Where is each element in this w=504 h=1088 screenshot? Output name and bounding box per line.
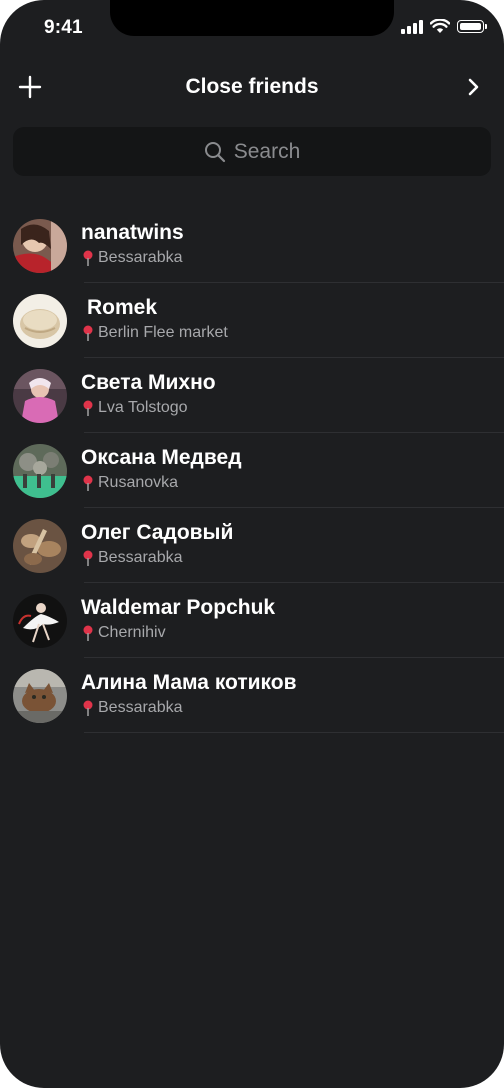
search-icon	[204, 141, 225, 162]
friend-row[interactable]: Олег Садовый Bessarabka	[0, 508, 504, 583]
location-label: Rusanovka	[98, 474, 179, 491]
avatar	[13, 519, 67, 573]
location-label: Bessarabka	[98, 699, 183, 716]
location-pin-icon	[83, 475, 93, 491]
status-icons	[401, 19, 487, 34]
friends-list: nanatwins Bessarabka Romek Berlin Flee m…	[0, 208, 504, 733]
search-placeholder: Search	[233, 139, 301, 163]
friend-row[interactable]: Romek Berlin Flee market	[0, 283, 504, 358]
avatar	[13, 219, 67, 273]
avatar	[13, 369, 67, 423]
friend-row[interactable]: Алина Мама котиков Bessarabka	[0, 658, 504, 733]
friend-row[interactable]: Waldemar Popchuk Chernihiv	[0, 583, 504, 658]
phone-screen: 9:41 Close friends Search nanatwins Bess…	[0, 0, 504, 1088]
avatar	[13, 294, 67, 348]
status-time: 9:41	[44, 17, 83, 38]
row-divider	[84, 732, 504, 733]
friend-location: Bessarabka	[81, 699, 183, 717]
avatar	[13, 594, 67, 648]
friend-name: Оксана Медвед	[81, 446, 242, 469]
search-input[interactable]: Search	[13, 127, 491, 176]
cellular-signal-icon	[401, 19, 423, 34]
location-label: Lva Tolstogo	[98, 399, 188, 416]
friend-row[interactable]: Света Михно Lva Tolstogo	[0, 358, 504, 433]
location-pin-icon	[83, 250, 93, 266]
location-label: Berlin Flee market	[98, 324, 228, 341]
location-pin-icon	[83, 625, 93, 641]
location-pin-icon	[83, 550, 93, 566]
friend-name: Света Михно	[81, 371, 216, 394]
chevron-right-icon[interactable]	[464, 75, 484, 99]
friend-name: Алина Мама котиков	[81, 671, 297, 694]
friend-name: Олег Садовый	[81, 521, 234, 544]
location-label: Chernihiv	[98, 624, 166, 641]
friend-row[interactable]: Оксана Медвед Rusanovka	[0, 433, 504, 508]
camera-notch	[110, 0, 394, 36]
page-title: Close friends	[185, 75, 319, 98]
friend-location: Berlin Flee market	[81, 324, 228, 342]
friend-location: Bessarabka	[81, 249, 183, 267]
header: Close friends	[0, 62, 504, 112]
friend-location: Lva Tolstogo	[81, 399, 188, 417]
friend-location: Rusanovka	[81, 474, 178, 492]
friend-name: Waldemar Popchuk	[81, 596, 276, 619]
avatar	[13, 444, 67, 498]
location-label: Bessarabka	[98, 549, 183, 566]
location-label: Bessarabka	[98, 249, 183, 266]
friend-row[interactable]: nanatwins Bessarabka	[0, 208, 504, 283]
avatar	[13, 669, 67, 723]
friend-location: Chernihiv	[81, 624, 166, 642]
location-pin-icon	[83, 400, 93, 416]
friend-location: Bessarabka	[81, 549, 183, 567]
wifi-icon	[430, 19, 450, 33]
friend-name: nanatwins	[81, 221, 184, 244]
location-pin-icon	[83, 700, 93, 716]
friend-name: Romek	[87, 296, 158, 319]
location-pin-icon	[83, 325, 93, 341]
battery-icon	[457, 20, 487, 33]
